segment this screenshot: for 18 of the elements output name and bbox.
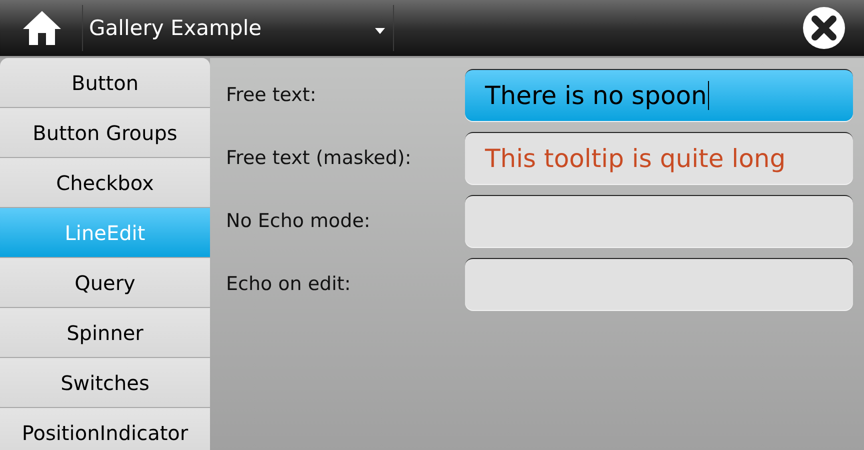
- sidebar-item[interactable]: Button Groups: [0, 108, 210, 158]
- sidebar-item[interactable]: Checkbox: [0, 158, 210, 208]
- close-icon[interactable]: [802, 6, 846, 50]
- field-label: No Echo mode:: [226, 210, 370, 232]
- field-label: Free text:: [226, 84, 316, 106]
- sidebar-item[interactable]: Query: [0, 258, 210, 308]
- field-label: Free text (masked):: [226, 147, 412, 169]
- input-field[interactable]: There is no spoon: [465, 69, 853, 121]
- sidebar-item[interactable]: PositionIndicator: [0, 408, 210, 450]
- sidebar-item[interactable]: Spinner: [0, 308, 210, 358]
- view-menu[interactable]: Gallery Example: [83, 16, 393, 40]
- input-field[interactable]: This tooltip is quite long: [465, 132, 853, 184]
- sidebar-item[interactable]: Switches: [0, 358, 210, 408]
- field-label: Echo on edit:: [226, 273, 351, 295]
- home-icon[interactable]: [22, 10, 62, 46]
- input-field[interactable]: [465, 195, 853, 247]
- input-field[interactable]: [465, 258, 853, 310]
- sidebar-item[interactable]: Button: [0, 58, 210, 108]
